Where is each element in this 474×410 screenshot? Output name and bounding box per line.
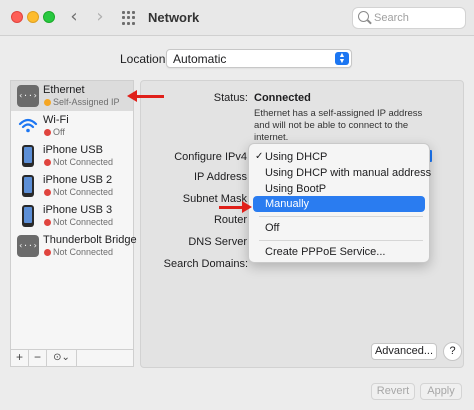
revert-button[interactable]: Revert bbox=[371, 383, 415, 400]
service-status: Not Connected bbox=[53, 157, 114, 167]
advanced-button[interactable]: Advanced... bbox=[371, 343, 437, 360]
service-status: Not Connected bbox=[53, 217, 114, 227]
status-value: Connected bbox=[254, 92, 311, 104]
subnet-mask-label: Subnet Mask bbox=[182, 193, 247, 205]
iphone-icon bbox=[22, 205, 34, 227]
status-dot-red bbox=[44, 159, 51, 166]
service-name: Thunderbolt Bridge bbox=[43, 234, 137, 246]
menu-item-using-bootp[interactable]: Using BootP bbox=[253, 181, 425, 197]
search-input[interactable]: Search bbox=[352, 7, 466, 29]
checkmark-icon: ✓ bbox=[255, 151, 264, 162]
status-dot-red bbox=[44, 129, 51, 136]
menu-item-label: Using DHCP with manual address bbox=[265, 167, 432, 179]
status-description: Ethernet has a self-assigned IP address … bbox=[254, 108, 423, 143]
ethernet-icon: ‹··› bbox=[17, 85, 39, 107]
status-dot-red bbox=[44, 189, 51, 196]
service-status: Off bbox=[53, 127, 65, 137]
show-all-grid-icon[interactable] bbox=[122, 11, 136, 25]
ip-address-label: IP Address bbox=[194, 171, 247, 183]
service-item-iphone-usb-3[interactable]: iPhone USB 3 Not Connected bbox=[11, 201, 133, 231]
remove-service-button[interactable]: − bbox=[29, 350, 47, 366]
minimize-button[interactable] bbox=[27, 11, 39, 23]
forward-chevron-icon[interactable]: › bbox=[90, 7, 110, 27]
iphone-icon bbox=[22, 175, 34, 197]
menu-item-using-dhcp-manual[interactable]: Using DHCP with manual address bbox=[253, 165, 431, 181]
location-select[interactable]: Automatic ▲ ▼ bbox=[166, 49, 352, 68]
service-name: iPhone USB 2 bbox=[43, 174, 113, 186]
service-item-iphone-usb-2[interactable]: iPhone USB 2 Not Connected bbox=[11, 171, 133, 201]
location-value: Automatic bbox=[173, 52, 227, 66]
annotation-arrow-left bbox=[127, 90, 164, 102]
zoom-button[interactable] bbox=[43, 11, 55, 23]
iphone-icon bbox=[22, 145, 34, 167]
menu-item-label: Using DHCP bbox=[265, 151, 328, 163]
toolbar: ‹ › Network Search bbox=[0, 0, 474, 36]
configure-ipv4-label: Configure IPv4 bbox=[174, 151, 247, 163]
search-domains-label: Search Domains: bbox=[163, 258, 248, 270]
service-item-wifi[interactable]: Wi-Fi Off bbox=[11, 111, 133, 141]
service-item-thunderbolt-bridge[interactable]: ‹··› Thunderbolt Bridge Not Connected bbox=[11, 231, 137, 261]
service-name: iPhone USB bbox=[43, 144, 103, 156]
status-dot-red bbox=[44, 249, 51, 256]
configure-ipv4-menu: ✓ Using DHCP Using DHCP with manual addr… bbox=[248, 143, 431, 263]
service-name: Wi-Fi bbox=[43, 114, 69, 126]
service-status: Not Connected bbox=[53, 187, 114, 197]
service-name: Ethernet bbox=[43, 84, 85, 96]
menu-item-using-dhcp[interactable]: ✓ Using DHCP bbox=[253, 149, 425, 165]
menu-separator bbox=[259, 240, 423, 241]
window-title: Network bbox=[148, 10, 200, 25]
help-button[interactable]: ? bbox=[443, 342, 462, 361]
menu-item-label: Manually bbox=[265, 198, 310, 210]
close-button[interactable] bbox=[11, 11, 23, 23]
location-label: Location: bbox=[120, 52, 169, 66]
status-label: Status: bbox=[213, 92, 248, 104]
service-item-iphone-usb[interactable]: iPhone USB Not Connected bbox=[11, 141, 133, 171]
search-placeholder: Search bbox=[374, 12, 409, 24]
service-name: iPhone USB 3 bbox=[43, 204, 113, 216]
service-list-toolbar: + − ⊙⌄ bbox=[10, 350, 134, 367]
status-dot-yellow bbox=[44, 99, 51, 106]
menu-item-create-pppoe[interactable]: Create PPPoE Service... bbox=[253, 244, 425, 260]
add-service-button[interactable]: + bbox=[11, 350, 29, 366]
wifi-icon bbox=[17, 115, 39, 137]
dns-server-label: DNS Server bbox=[188, 236, 247, 248]
service-status: Not Connected bbox=[53, 247, 114, 257]
menu-separator bbox=[259, 216, 423, 217]
menu-item-label: Using BootP bbox=[265, 183, 327, 195]
service-list: ‹··› Ethernet Self-Assigned IP Wi-Fi Off… bbox=[10, 80, 137, 350]
ethernet-icon: ‹··› bbox=[17, 235, 39, 257]
network-preferences-window: ‹ › Network Search Location: Automatic ▲… bbox=[0, 0, 474, 410]
search-icon bbox=[358, 11, 369, 22]
service-item-ethernet[interactable]: ‹··› Ethernet Self-Assigned IP bbox=[11, 81, 133, 111]
apply-button[interactable]: Apply bbox=[420, 383, 462, 400]
action-menu-button[interactable]: ⊙⌄ bbox=[47, 350, 77, 366]
back-chevron-icon[interactable]: ‹ bbox=[64, 7, 84, 27]
service-status: Self-Assigned IP bbox=[53, 97, 120, 107]
router-label: Router bbox=[213, 214, 247, 226]
menu-item-manually[interactable]: Manually bbox=[253, 196, 425, 212]
updown-chevron-icon: ▲ ▼ bbox=[335, 52, 349, 65]
menu-item-label: Create PPPoE Service... bbox=[265, 246, 386, 258]
status-dot-red bbox=[44, 219, 51, 226]
annotation-arrow-right bbox=[219, 201, 252, 213]
menu-item-label: Off bbox=[265, 222, 280, 234]
menu-item-off[interactable]: Off bbox=[253, 220, 425, 236]
